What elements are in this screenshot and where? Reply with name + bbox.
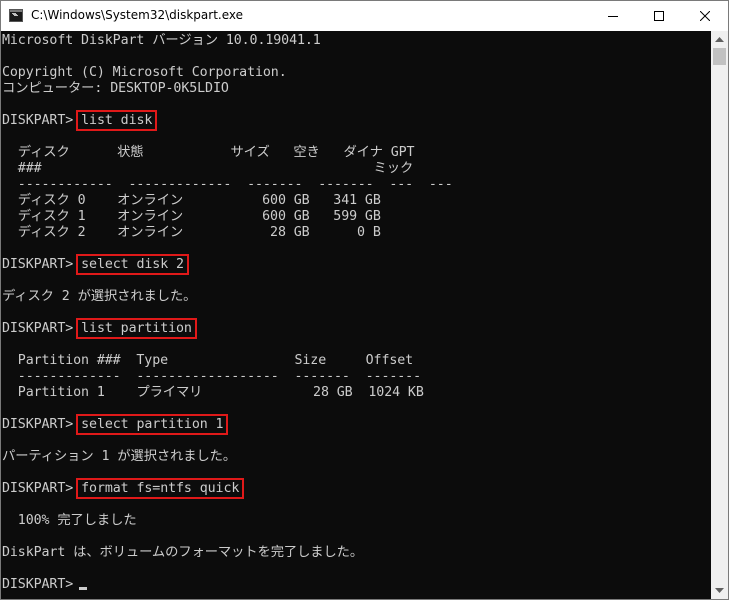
diskpart-prompt: DISKPART> [2, 257, 74, 272]
minimize-icon [608, 16, 618, 17]
arrow-up-icon [715, 37, 724, 42]
output-line: パーティション 1 が選択されました。 [2, 449, 237, 464]
prompt-line: DISKPART> select disk 2 [2, 254, 189, 275]
diskpart-prompt: DISKPART> [2, 481, 74, 496]
diskpart-prompt: DISKPART> [2, 321, 74, 336]
arrow-down-icon [715, 588, 724, 593]
prompt-line: DISKPART> select partition 1 [2, 414, 229, 435]
minimize-button[interactable] [590, 1, 636, 31]
output-line: ディスク 2 オンライン 28 GB 0 B [2, 225, 381, 240]
output-line: DiskPart は、ボリュームのフォーマットを完了しました。 [2, 545, 364, 560]
scrollbar-thumb[interactable] [713, 48, 726, 65]
output-line: ディスク 1 オンライン 600 GB 599 GB [2, 209, 381, 224]
highlighted-command: format fs=ntfs quick [76, 478, 245, 499]
output-line: ディスク 0 オンライン 600 GB 341 GB [2, 193, 381, 208]
scroll-down-button[interactable] [711, 582, 728, 599]
output-line: コンピューター: DESKTOP-0K5LDIO [2, 81, 229, 96]
output-line: ### ミック [2, 161, 414, 176]
output-line: Copyright (C) Microsoft Corporation. [2, 65, 287, 80]
scroll-up-button[interactable] [711, 31, 728, 48]
output-line: ------------ ------------- ------- -----… [2, 177, 453, 192]
text-cursor [79, 587, 88, 590]
diskpart-prompt: DISKPART> [2, 113, 74, 128]
console-app-icon [9, 9, 23, 22]
output-line: ------------- ------------------ -------… [2, 369, 421, 384]
highlighted-command: select disk 2 [76, 254, 189, 275]
highlighted-command: select partition 1 [76, 414, 229, 435]
output-line: 100% 完了しました [2, 513, 137, 528]
vertical-scrollbar[interactable] [711, 31, 728, 599]
console-window: C:\Windows\System32\diskpart.exe Microso… [0, 0, 729, 600]
prompt-line: DISKPART> format fs=ntfs quick [2, 478, 245, 499]
output-line: Microsoft DiskPart バージョン 10.0.19041.1 [2, 33, 321, 48]
diskpart-prompt: DISKPART> [2, 577, 74, 592]
maximize-icon [654, 11, 664, 21]
highlighted-command: list partition [76, 318, 197, 339]
output-line: ディスク 状態 サイズ 空き ダイナ GPT [2, 145, 415, 160]
highlighted-command: list disk [76, 110, 158, 131]
console-output[interactable]: Microsoft DiskPart バージョン 10.0.19041.1 Cop… [1, 31, 711, 599]
output-line: Partition ### Type Size Offset [2, 353, 414, 368]
output-line: ディスク 2 が選択されました。 [2, 289, 197, 304]
prompt-line: DISKPART> [2, 577, 88, 593]
close-icon [700, 11, 710, 21]
close-button[interactable] [682, 1, 728, 31]
title-bar[interactable]: C:\Windows\System32\diskpart.exe [1, 1, 728, 31]
output-line: Partition 1 プライマリ 28 GB 1024 KB [2, 385, 424, 400]
prompt-line: DISKPART> list disk [2, 110, 158, 131]
diskpart-prompt: DISKPART> [2, 417, 74, 432]
window-title: C:\Windows\System32\diskpart.exe [31, 8, 243, 22]
maximize-button[interactable] [636, 1, 682, 31]
prompt-line: DISKPART> list partition [2, 318, 197, 339]
